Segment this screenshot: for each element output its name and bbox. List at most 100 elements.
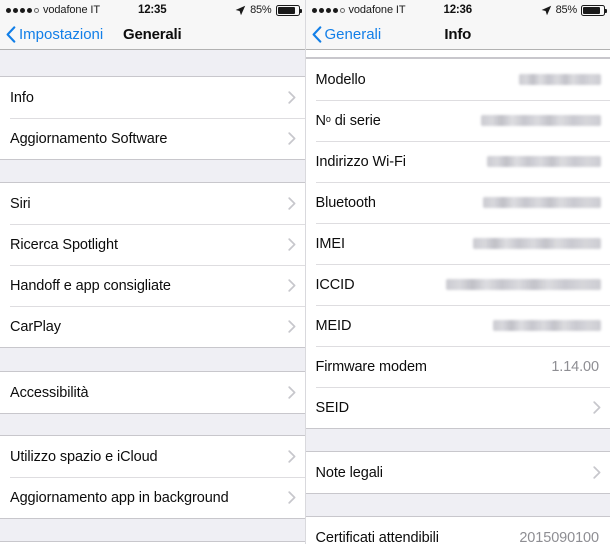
section-gap: [0, 50, 305, 76]
section-gap: [0, 348, 305, 371]
location-arrow-icon: [541, 5, 551, 15]
list-item[interactable]: Ricerca Spotlight: [0, 224, 305, 265]
settings-group: Utilizzo spazio e iCloud Aggiornamento ap…: [0, 435, 305, 519]
chevron-right-icon: [287, 238, 295, 251]
list-item-label: Utilizzo spazio e iCloud: [10, 448, 158, 465]
redacted-value: [446, 279, 601, 290]
redacted-value: [519, 74, 601, 85]
chevron-right-icon: [287, 197, 295, 210]
section-gap: [305, 494, 610, 516]
list-item[interactable]: Note legali: [305, 452, 610, 493]
navigation-bar: Impostazioni Generali: [0, 20, 305, 50]
status-bar-right: 85%: [541, 4, 607, 16]
chevron-right-icon: [593, 401, 601, 414]
back-button[interactable]: Generali: [306, 26, 382, 43]
chevron-right-icon: [287, 450, 295, 463]
list-item[interactable]: Certificati attendibili 2015090100: [305, 517, 610, 544]
dual-screenshot-container: vodafone IT 12:35 85% Impostazioni Generali I…: [0, 0, 610, 544]
battery-icon: [581, 4, 607, 16]
chevron-right-icon: [287, 320, 295, 333]
battery-fill: [277, 6, 295, 14]
list-item-value: 2015090100: [519, 529, 599, 544]
settings-group: Note legali: [305, 451, 610, 494]
settings-group: Certificati attendibili 2015090100: [305, 516, 610, 544]
list-item-label: Siri: [10, 195, 31, 212]
chevron-right-icon: [593, 466, 601, 479]
list-item[interactable]: IMEI: [305, 223, 610, 264]
list-item-label: Indirizzo Wi-Fi: [315, 153, 406, 170]
settings-list[interactable]: Modello No di serie Indirizzo Wi-Fi Bluetoo…: [305, 50, 610, 544]
list-item-label: MEID: [315, 317, 352, 334]
list-item[interactable]: Bluetooth: [305, 182, 610, 223]
back-button-label: Impostazioni: [19, 26, 104, 43]
status-bar: vodafone IT 12:36 85%: [305, 0, 610, 20]
list-item[interactable]: Utilizzo spazio e iCloud: [0, 436, 305, 477]
battery-fill: [583, 6, 600, 14]
chevron-left-icon: [312, 26, 321, 43]
status-bar-right: 85%: [235, 4, 302, 16]
ordinal-superscript: o: [325, 113, 331, 124]
list-item-label: Info: [10, 89, 34, 106]
list-item[interactable]: SEID: [305, 387, 610, 428]
list-item[interactable]: Indirizzo Wi-Fi: [305, 141, 610, 182]
list-item[interactable]: Siri: [0, 183, 305, 224]
partial-list-item[interactable]: [305, 50, 610, 58]
section-gap: [0, 414, 305, 435]
list-item[interactable]: Handoff e app consigliate: [0, 265, 305, 306]
battery-percent-label: 85%: [555, 4, 578, 16]
settings-group: Siri Ricerca Spotlight Handoff e app consi…: [0, 182, 305, 348]
list-item[interactable]: Firmware modem 1.14.00: [305, 346, 610, 387]
list-item-label: Aggiornamento app in background: [10, 489, 229, 506]
redacted-value: [493, 320, 601, 331]
chevron-left-icon: [6, 26, 16, 43]
list-item-label: ICCID: [315, 276, 355, 293]
list-item[interactable]: Accessibilità: [0, 372, 305, 413]
redacted-value: [483, 197, 601, 208]
list-item[interactable]: No di serie: [305, 100, 610, 141]
list-item-label: Accessibilità: [10, 384, 89, 401]
back-button-label: Generali: [324, 26, 382, 43]
screen-generali: vodafone IT 12:35 85% Impostazioni Generali I…: [0, 0, 306, 544]
list-item-label: Handoff e app consigliate: [10, 277, 171, 294]
settings-group: Modello No di serie Indirizzo Wi-Fi Bluetoo…: [305, 58, 610, 429]
section-gap: [0, 519, 305, 541]
chevron-right-icon: [287, 132, 295, 145]
section-gap: [0, 160, 305, 182]
list-item-label: Note legali: [315, 464, 384, 481]
list-item[interactable]: Aggiornamento app in background: [0, 477, 305, 518]
list-item-label: CarPlay: [10, 318, 61, 335]
list-item-label: No di serie: [315, 112, 381, 129]
list-item[interactable]: MEID: [305, 305, 610, 346]
redacted-value: [481, 115, 601, 126]
list-item[interactable]: ICCID: [305, 264, 610, 305]
chevron-right-icon: [287, 386, 295, 399]
list-item[interactable]: Aggiornamento Software: [0, 118, 305, 159]
list-item-label: SEID: [315, 399, 350, 416]
list-item-label: Certificati attendibili: [315, 529, 440, 544]
list-item-label: Firmware modem: [315, 358, 428, 375]
chevron-right-icon: [287, 91, 295, 104]
battery-percent-label: 85%: [250, 4, 272, 16]
list-item-label: IMEI: [315, 235, 346, 252]
list-item-value: 1.14.00: [551, 358, 599, 375]
section-gap: [305, 429, 610, 451]
settings-list[interactable]: Info Aggiornamento Software Siri Ricerca Sp…: [0, 50, 305, 544]
navigation-bar: Generali Info: [305, 20, 610, 50]
list-item[interactable]: Info: [0, 77, 305, 118]
status-bar: vodafone IT 12:35 85%: [0, 0, 305, 20]
redacted-value: [487, 156, 601, 167]
list-item-label: Modello: [315, 71, 366, 88]
list-item-label: Ricerca Spotlight: [10, 236, 118, 253]
list-item-label: Bluetooth: [315, 194, 376, 211]
chevron-right-icon: [287, 279, 295, 292]
back-button[interactable]: Impostazioni: [0, 26, 103, 43]
battery-icon: [275, 4, 302, 16]
list-item-label: Aggiornamento Software: [10, 130, 168, 147]
list-item[interactable]: Modello: [305, 59, 610, 100]
screen-info: vodafone IT 12:36 85% Generali Info Modello No…: [305, 0, 610, 544]
redacted-value: [473, 238, 601, 249]
settings-group: Info Aggiornamento Software: [0, 76, 305, 160]
settings-group: Accessibilità: [0, 371, 305, 414]
chevron-right-icon: [287, 491, 295, 504]
list-item[interactable]: CarPlay: [0, 306, 305, 347]
